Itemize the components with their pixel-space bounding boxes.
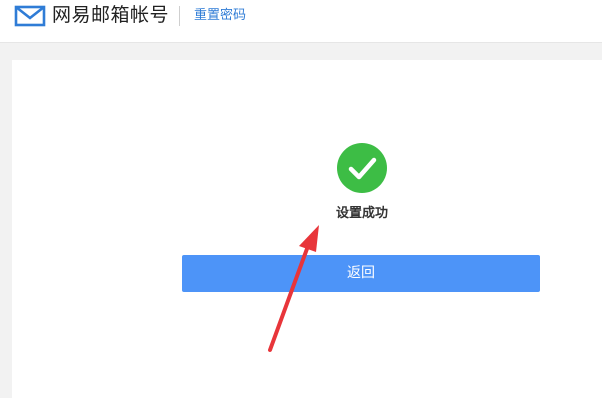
header-divider <box>179 6 180 26</box>
mail-envelope-icon <box>14 5 46 27</box>
content-card <box>12 60 602 398</box>
status-message: 设置成功 <box>335 206 388 221</box>
page-header: 网易邮箱帐号 重置密码 <box>0 0 602 43</box>
back-button[interactable]: 返回 <box>182 255 540 292</box>
reset-password-link[interactable]: 重置密码 <box>194 6 246 26</box>
brand-title: 网易邮箱帐号 <box>52 4 170 26</box>
success-check-icon <box>337 143 387 193</box>
